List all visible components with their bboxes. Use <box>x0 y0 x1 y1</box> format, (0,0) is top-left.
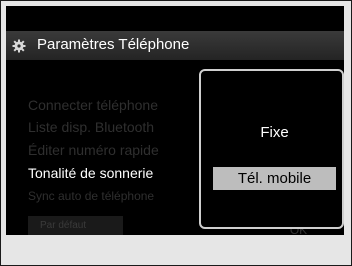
menu-item-ringtone[interactable]: Tonalité de sonnerie <box>28 163 203 183</box>
menu-item-auto-sync[interactable]: Sync auto de téléphone <box>28 186 203 206</box>
option-label: Fixe <box>260 124 289 141</box>
menu-item-bluetooth-list[interactable]: Liste disp. Bluetooth <box>28 117 203 137</box>
option-fixed[interactable]: Fixe <box>213 121 336 144</box>
option-mobile[interactable]: Tél. mobile <box>213 167 336 190</box>
gear-icon <box>12 39 26 53</box>
title-bar: Paramètres Téléphone <box>6 31 344 60</box>
figure-frame: Paramètres Téléphone Connecter téléphone… <box>0 0 352 266</box>
option-label: Tél. mobile <box>237 170 312 187</box>
ringtone-popup: Fixe Tél. mobile <box>199 69 344 229</box>
menu-item-connect-phone[interactable]: Connecter téléphone <box>28 95 203 115</box>
page-title: Paramètres Téléphone <box>37 36 190 53</box>
menu-item-speed-dial[interactable]: Éditer numéro rapide <box>28 140 203 160</box>
phone-settings-screen: Paramètres Téléphone Connecter téléphone… <box>6 6 344 235</box>
default-button[interactable]: Par défaut <box>28 216 123 235</box>
